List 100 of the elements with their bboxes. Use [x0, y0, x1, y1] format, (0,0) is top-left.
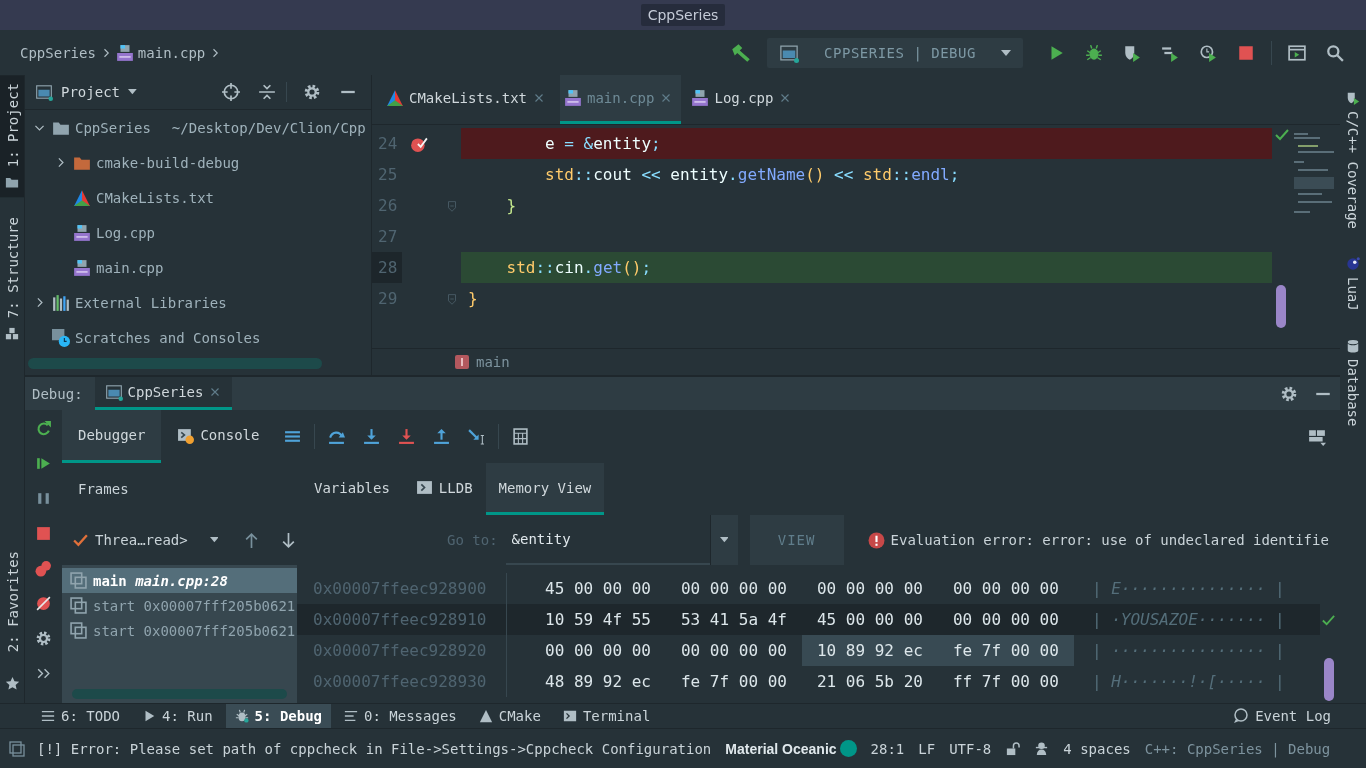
star-icon[interactable]: [5, 676, 20, 691]
down-arrow-icon[interactable]: [280, 531, 297, 549]
pause-icon[interactable]: [35, 490, 52, 507]
breakpoints-icon[interactable]: [35, 560, 52, 577]
tool-windows-icon[interactable]: [9, 740, 25, 757]
tree-item-label[interactable]: External Libraries: [75, 294, 227, 311]
step-into-icon[interactable]: [363, 428, 381, 445]
thread-dropdown[interactable]: Threa…read>: [72, 531, 188, 549]
bug-icon[interactable]: [1085, 43, 1103, 62]
scrollbar-thumb[interactable]: [1323, 658, 1334, 701]
tree-item-label[interactable]: Log.cpp: [96, 224, 155, 241]
settings-icon[interactable]: [1280, 384, 1298, 403]
status-message[interactable]: [!] Error: Please set path of cppcheck in File->Settings->Cppcheck Configuration: [37, 740, 712, 757]
history-icon[interactable]: [1199, 43, 1217, 62]
run-configuration-dropdown[interactable]: CPPSERIES | DEBUG: [767, 37, 1023, 68]
cpp-file-icon: [564, 89, 582, 107]
force-step-into-icon[interactable]: [398, 428, 416, 445]
layout-icon[interactable]: [1308, 427, 1326, 446]
stack-frame[interactable]: start 0x00007fff205b0621: [62, 618, 297, 643]
panel-tab[interactable]: Variables: [301, 463, 403, 515]
panel-tab[interactable]: LLDB: [402, 463, 486, 515]
window-icon: [35, 83, 53, 101]
tree-item-label[interactable]: cmake-build-debug: [96, 154, 240, 171]
coverage-icon[interactable]: [1123, 43, 1141, 62]
tool-window-tab[interactable]: C/C++ Coverage: [1345, 87, 1361, 233]
stop-icon[interactable]: [1237, 43, 1255, 62]
memory-row[interactable]: 0x00007ffeec928930 48 89 92 ec fe 7f 00 00 21 06 5b 20 ff 7f 00 00 | H·······!·[····· |: [297, 666, 1320, 697]
editor-tab[interactable]: CMakeLists.txt: [382, 75, 554, 124]
tool-window-tab[interactable]: 2: Favorites: [0, 542, 24, 660]
debugger-tab[interactable]: Debugger: [62, 410, 162, 463]
horizontal-scrollbar[interactable]: [28, 358, 322, 369]
line-number: 26: [377, 195, 399, 217]
editor-tab[interactable]: Log.cpp: [687, 75, 801, 124]
step-out-icon[interactable]: [433, 428, 451, 445]
stop-icon[interactable]: [35, 525, 52, 542]
code-line: }: [467, 288, 479, 310]
project-view-dropdown[interactable]: Project: [35, 83, 137, 101]
breadcrumb-item[interactable]: main.cpp: [115, 41, 222, 64]
cursor-position[interactable]: 28:1: [870, 740, 905, 757]
todo-icon: [41, 709, 55, 723]
folder-icon: [5, 175, 20, 190]
line-separator[interactable]: LF: [918, 740, 936, 757]
tool-window-tab[interactable]: 1: Project: [0, 75, 24, 198]
lock-icon[interactable]: [1005, 741, 1021, 756]
run-to-cursor-icon[interactable]: [468, 428, 486, 445]
tool-window-button[interactable]: Terminal: [553, 704, 660, 728]
code-line: std::cout << entity.getName() << std::endl;: [544, 164, 961, 186]
tool-window-button[interactable]: 6: TODO: [32, 704, 129, 728]
settings-icon[interactable]: [303, 83, 321, 101]
debugger-tab[interactable]: Console: [161, 410, 276, 463]
file-encoding[interactable]: UTF-8: [949, 740, 992, 757]
theme-dot-icon: [839, 740, 857, 757]
memory-address: 0x00007ffeec928930: [297, 666, 507, 697]
collapse-icon[interactable]: [258, 83, 276, 101]
cpp-file-icon: [73, 223, 91, 242]
tool-window-tab[interactable]: 7: Structure: [0, 209, 24, 349]
tool-window-button[interactable]: 0: Messages: [335, 704, 466, 728]
panel-label: Debug:: [32, 384, 83, 404]
tree-item-label[interactable]: main.cpp: [96, 259, 164, 276]
calculator-icon[interactable]: [512, 428, 530, 445]
event-log-button[interactable]: Event Log: [1224, 704, 1340, 728]
memory-bytes: fe 7f 00 00: [937, 635, 1074, 666]
tree-item-label[interactable]: CppSeries: [75, 119, 151, 136]
indent-setting[interactable]: 4 spaces: [1063, 740, 1131, 757]
settings-icon[interactable]: [35, 630, 52, 647]
terminal-window-icon[interactable]: [1288, 43, 1306, 62]
build-context[interactable]: C++: CppSeries | Debug: [1144, 740, 1331, 757]
scrollbar-thumb[interactable]: [1276, 285, 1286, 328]
target-icon[interactable]: [222, 83, 240, 101]
tool-window-tab[interactable]: Database: [1345, 334, 1361, 431]
line-number: 25: [377, 164, 399, 186]
caret-down-icon[interactable]: [209, 537, 219, 543]
search-icon[interactable]: [1326, 43, 1344, 62]
tool-window-button[interactable]: CMake: [469, 704, 550, 728]
panel-tab[interactable]: Memory View: [485, 463, 605, 515]
theme-name[interactable]: Material Oceanic: [725, 740, 837, 757]
inspector-icon[interactable]: [1034, 741, 1050, 756]
resume-icon[interactable]: [35, 455, 52, 472]
tool-window-button[interactable]: 4: Run: [133, 704, 222, 728]
tool-window-tab[interactable]: LuaJ: [1345, 253, 1361, 315]
panel-title: Frames: [78, 481, 129, 497]
rerun-icon[interactable]: [35, 420, 52, 437]
tree-item-label[interactable]: Scratches and Consoles: [75, 329, 261, 346]
frame-icon: [70, 622, 87, 639]
stack-frame[interactable]: main main.cpp:28: [62, 568, 297, 593]
breadcrumb-item[interactable]: CppSeries: [20, 42, 112, 63]
stack-frame[interactable]: start 0x00007fff205b0621: [62, 593, 297, 618]
session-tab[interactable]: CppSeries: [94, 377, 233, 410]
menu-icon[interactable]: [284, 428, 302, 445]
hammer-icon[interactable]: [731, 42, 751, 63]
tree-item-label[interactable]: CMakeLists.txt: [96, 189, 214, 206]
tool-window-button[interactable]: 5: Debug: [225, 704, 332, 728]
library-icon: [52, 293, 70, 312]
breadcrumb-item[interactable]: main: [476, 354, 510, 370]
memory-row[interactable]: 0x00007ffeec928920 00 00 00 00 00 00 00 00 10 89 92 ec fe 7f 00 00 | ················ |: [297, 635, 1320, 666]
horizontal-scrollbar[interactable]: [72, 689, 287, 699]
caret-down-icon: [128, 89, 137, 95]
mute-breakpoints-icon[interactable]: [35, 595, 52, 612]
memory-row[interactable]: 0x00007ffeec928910 10 59 4f 55 53 41 5a 4f 45 00 00 00 00 00 00 00 | ·YOUSAZOE······· |: [297, 604, 1320, 635]
lua-icon: [1346, 257, 1360, 271]
